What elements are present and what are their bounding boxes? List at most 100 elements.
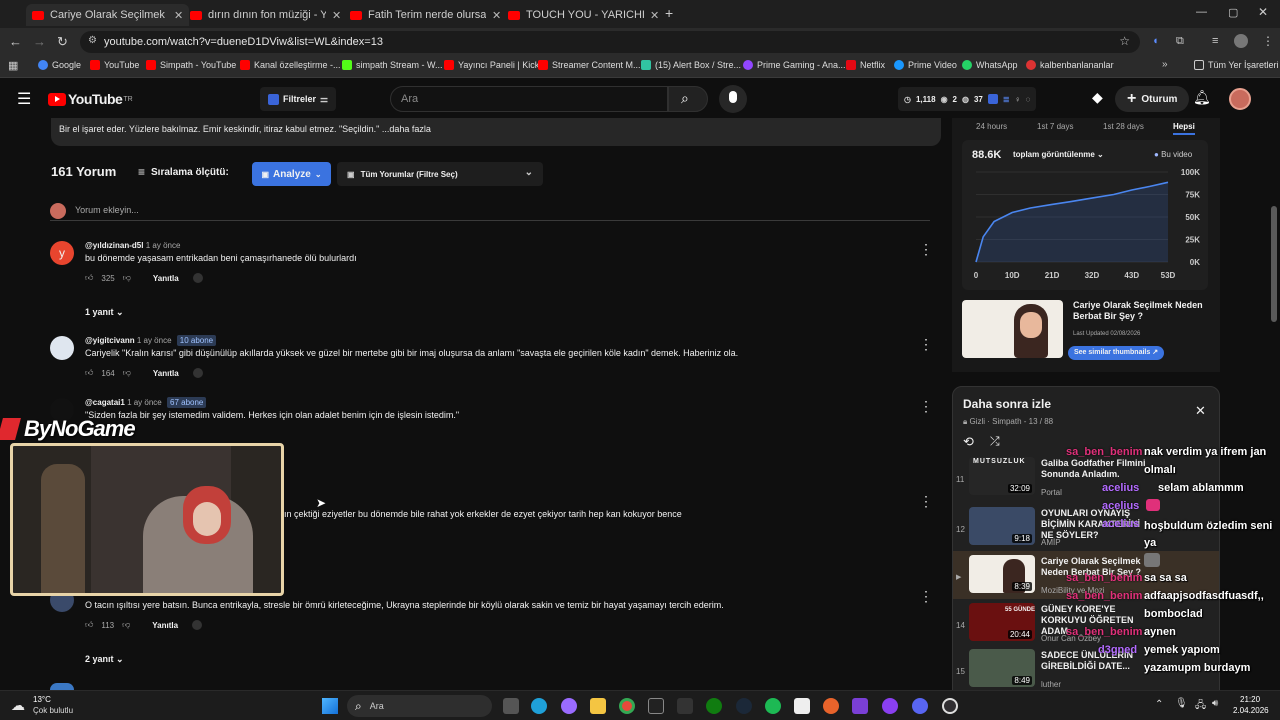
bookmark-stream[interactable]: simpath Stream - W...: [342, 60, 443, 70]
playlist-item[interactable]: 14 55 GÜNDE 20:44 GÜNEY KORE'YE KORKUYU Ö…: [953, 599, 1219, 647]
voice-search-button[interactable]: [719, 85, 747, 113]
tab-24-hours[interactable]: 24 hours: [976, 122, 1007, 131]
comment-author[interactable]: @yigitcivann: [85, 336, 135, 345]
epic-games-icon[interactable]: [648, 698, 664, 714]
copilot-icon[interactable]: [561, 698, 577, 714]
volume-icon[interactable]: 🔊︎: [1212, 698, 1218, 709]
chevron-up-icon[interactable]: ⌃: [1155, 699, 1163, 710]
bookmark-google[interactable]: Google: [38, 60, 81, 70]
close-window-icon[interactable]: ✕: [1258, 5, 1268, 19]
extension-icon[interactable]: ◖: [1152, 35, 1159, 47]
more-options-icon[interactable]: ⋮: [919, 336, 933, 353]
comment-time[interactable]: 1 ay önce: [127, 398, 162, 407]
weather-temp[interactable]: 13°C: [33, 695, 51, 704]
chevron-right-icon[interactable]: »: [1162, 59, 1168, 70]
app-icon[interactable]: [882, 698, 898, 714]
weather-icon[interactable]: ☁: [11, 697, 25, 714]
profile-avatar[interactable]: [1234, 34, 1248, 48]
see-similar-button[interactable]: See similar thumbnails ↗: [1068, 346, 1165, 360]
loop-icon[interactable]: ⟲: [963, 434, 974, 450]
more-options-icon[interactable]: ⋮: [919, 588, 933, 605]
tab-active[interactable]: Cariye Olarak Seçilmek Neden B ✕: [26, 4, 190, 26]
comment-author[interactable]: @cagatai1: [85, 398, 125, 407]
tab-7-days[interactable]: 1st 7 days: [1037, 122, 1073, 131]
bell-icon[interactable]: 🔔︎: [1193, 89, 1211, 106]
search-input[interactable]: Ara: [390, 86, 668, 112]
extension-small-icon[interactable]: [192, 273, 203, 283]
chat-icon[interactable]: ◌: [1026, 95, 1031, 104]
reload-icon[interactable]: ↻: [57, 34, 68, 50]
file-explorer-icon[interactable]: [590, 698, 606, 714]
bookmark-prime-video[interactable]: Prime Video: [894, 60, 957, 70]
comment-time[interactable]: 1 ay önce: [137, 336, 172, 345]
extension-logo-icon[interactable]: [987, 94, 998, 104]
site-info-icon[interactable]: ⚙: [88, 35, 97, 46]
extension-small-icon[interactable]: [192, 620, 203, 630]
star-icon[interactable]: ☆: [1119, 34, 1130, 48]
tab-28-days[interactable]: 1st 28 days: [1103, 122, 1144, 131]
amazon-icon[interactable]: [677, 698, 693, 714]
network-icon[interactable]: 🖧: [1195, 698, 1206, 715]
mic-tray-icon[interactable]: 🎙︎: [1175, 698, 1188, 709]
like-icon[interactable]: 👍︎: [85, 620, 93, 630]
bookmark-alertbox[interactable]: (15) Alert Box / Stre...: [641, 60, 741, 70]
close-icon[interactable]: ✕: [492, 9, 501, 22]
blitz-icon[interactable]: [823, 698, 839, 714]
comment-time[interactable]: 1 ay önce: [146, 241, 181, 250]
bookmark-kalben[interactable]: kalbenbanlananlar: [1026, 60, 1114, 70]
xbox-icon[interactable]: [706, 698, 722, 714]
puzzle-icon[interactable]: ⧉: [1176, 35, 1184, 48]
account-avatar[interactable]: [1229, 88, 1251, 110]
bookmark-youtube[interactable]: YouTube: [90, 60, 139, 70]
clock-date[interactable]: 2.04.2026: [1233, 706, 1269, 715]
more-options-icon[interactable]: ⋮: [919, 241, 933, 258]
video-description[interactable]: Bir el işaret eder. Yüzlere bakılmaz. Em…: [51, 118, 941, 146]
metric-select[interactable]: toplam görüntülenme ⌄: [1013, 150, 1104, 159]
minimize-icon[interactable]: —: [1196, 6, 1207, 18]
comment-filter-select[interactable]: ▣ Tüm Yorumlar (Filtre Seç) ⌄: [337, 162, 543, 186]
bookmark-simpath[interactable]: Simpath - YouTube: [146, 60, 236, 70]
like-icon[interactable]: 👍︎: [85, 273, 93, 283]
comment-author[interactable]: @yıldızinan-d5l: [85, 241, 143, 250]
replies-toggle[interactable]: 2 yanıt ⌄: [85, 654, 124, 665]
spotify-icon[interactable]: [765, 698, 781, 714]
list-icon[interactable]: ≣: [1003, 95, 1010, 104]
bookmark-kick[interactable]: Yayıncı Paneli | Kick: [444, 60, 539, 70]
close-icon[interactable]: ✕: [174, 9, 183, 22]
close-icon[interactable]: ✕: [332, 9, 341, 22]
menu-icon[interactable]: ⋮: [1262, 34, 1274, 48]
taskbar-search[interactable]: ⌕ Ara: [347, 695, 492, 717]
bookmark-whatsapp[interactable]: WhatsApp: [962, 60, 1018, 70]
analyze-button[interactable]: ▣ Analyze ⌄: [252, 162, 331, 186]
search-button[interactable]: ⌕: [668, 86, 708, 112]
replies-toggle[interactable]: 1 yanıt ⌄: [85, 307, 124, 318]
like-icon[interactable]: 👍︎: [85, 368, 93, 378]
capcut-icon[interactable]: [794, 698, 810, 714]
youtube-logo[interactable]: YouTube TR: [48, 91, 133, 107]
weather-desc[interactable]: Çok bulutlu: [33, 706, 73, 715]
forward-icon[interactable]: →: [33, 34, 46, 49]
close-icon[interactable]: ✕: [1195, 403, 1206, 419]
reply-button[interactable]: Yanıtla: [153, 274, 179, 283]
maximize-icon[interactable]: ▢: [1228, 6, 1238, 19]
reply-button[interactable]: Yanıtla: [152, 621, 178, 630]
all-bookmarks[interactable]: Tüm Yer İşaretleri: [1194, 60, 1279, 70]
avatar[interactable]: y: [50, 241, 74, 265]
shuffle-icon[interactable]: ⤮: [990, 434, 1000, 449]
clock-time[interactable]: 21:20: [1240, 695, 1260, 704]
media-icon[interactable]: ≡: [1212, 35, 1218, 47]
page-scrollbar[interactable]: [1271, 206, 1277, 322]
obs-icon[interactable]: [942, 698, 958, 714]
dislike-icon[interactable]: 👎︎: [122, 620, 130, 630]
steam-icon[interactable]: [736, 698, 752, 714]
hamburger-menu-icon[interactable]: ☰: [17, 89, 31, 109]
tab-4[interactable]: TOUCH YOU - YARICHIN B CLUB ✕: [502, 4, 665, 26]
login-button[interactable]: + Oturum: [1115, 86, 1190, 112]
bookmark-netflix[interactable]: Netflix: [846, 60, 885, 70]
add-comment[interactable]: Yorum ekleyin...: [50, 201, 930, 221]
obs-dock-icon[interactable]: [852, 698, 868, 714]
tab-3[interactable]: Fatih Terim nerde olursam olay ✕: [344, 4, 507, 26]
tab-all[interactable]: Hepsi: [1173, 122, 1195, 135]
chrome-icon[interactable]: [619, 698, 635, 714]
next-comment-avatar[interactable]: [50, 683, 74, 690]
